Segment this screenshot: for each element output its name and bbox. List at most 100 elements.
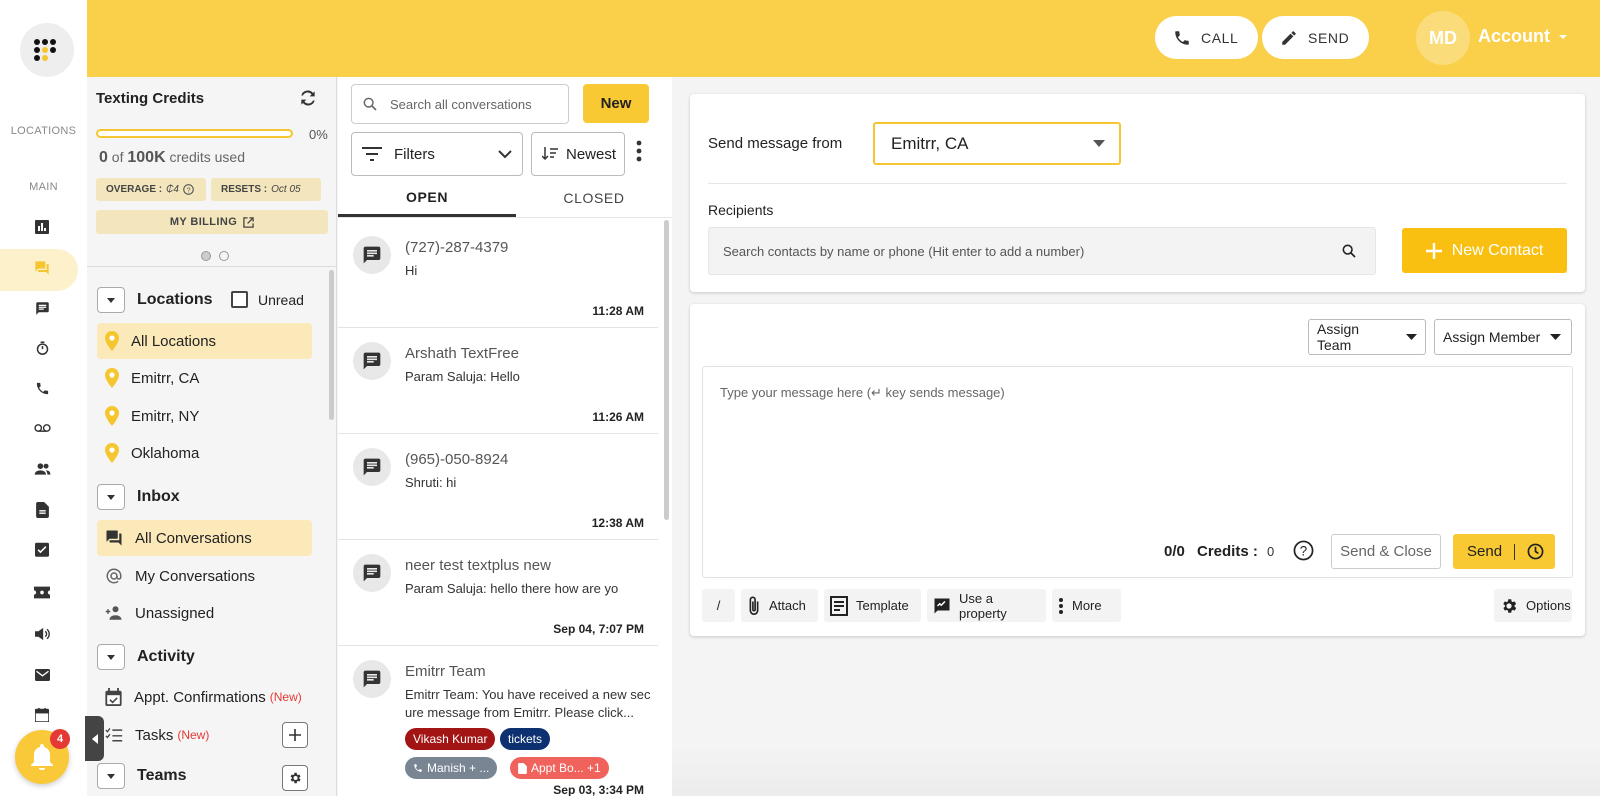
send-and-close-button[interactable]: Send & Close	[1331, 534, 1441, 569]
use-property-button[interactable]: Use a property	[927, 589, 1046, 622]
inbox-my-conversations[interactable]: My Conversations	[97, 558, 312, 594]
dashboard-icon[interactable]	[32, 217, 52, 237]
conversation-time: Sep 04, 7:07 PM	[553, 622, 644, 636]
conversation-row[interactable]: Arshath TextFree Param Saluja: Hello 11:…	[338, 328, 658, 434]
tag-label: Appt Bo... +1	[531, 761, 601, 775]
my-billing-button[interactable]: MY BILLING	[96, 210, 328, 234]
app-logo[interactable]	[20, 23, 74, 77]
options-button[interactable]: Options	[1494, 589, 1572, 622]
activity-collapse-button[interactable]	[97, 644, 125, 670]
conversation-row[interactable]: (727)-287-4379 Hi 11:28 AM	[338, 222, 658, 328]
filters-dropdown[interactable]: Filters	[351, 132, 523, 176]
document-icon[interactable]	[32, 500, 52, 520]
conversation-row[interactable]: (965)-050-8924 Shruti: hi 12:38 AM	[338, 434, 658, 540]
search-icon[interactable]	[1341, 243, 1357, 259]
recipients-search-input[interactable]: Search contacts by name or phone (Hit en…	[708, 227, 1376, 275]
tag-chip[interactable]: Manish + ...	[405, 757, 498, 779]
assign-team-dropdown[interactable]: Assign Team	[1308, 319, 1426, 355]
template-button[interactable]: Template	[824, 589, 921, 622]
tab-open[interactable]: OPEN	[338, 179, 516, 217]
conversation-time: 11:28 AM	[592, 304, 644, 318]
campaign-icon[interactable]	[32, 624, 52, 644]
tasks-icon[interactable]	[32, 539, 52, 559]
account-menu[interactable]: Account	[1478, 26, 1568, 47]
inbox-collapse-button[interactable]	[97, 484, 125, 510]
call-label: CALL	[1201, 29, 1239, 46]
teams-collapse-button[interactable]	[97, 763, 125, 789]
side-scrollbar[interactable]	[329, 270, 334, 420]
avatar[interactable]: MD	[1416, 11, 1470, 65]
add-task-button[interactable]	[282, 722, 308, 748]
conversation-name: neer test textplus new	[405, 557, 551, 574]
top-bar	[87, 0, 1600, 77]
unread-checkbox[interactable]	[231, 291, 248, 308]
tag-label: Manish + ...	[427, 761, 490, 775]
teams-settings-icon[interactable]	[282, 765, 308, 791]
location-emitrr-ny[interactable]: Emitrr, NY	[97, 398, 312, 434]
phone-icon[interactable]	[32, 378, 52, 398]
calendar-icon[interactable]	[32, 705, 52, 725]
attach-label: Attach	[769, 598, 806, 613]
overage-chip: OVERAGE : ₵4 ?	[96, 178, 206, 201]
sort-label: Newest	[566, 145, 617, 163]
activity-section-header: Activity	[97, 644, 195, 670]
inbox-all-conversations[interactable]: All Conversations	[97, 520, 312, 556]
refresh-icon[interactable]	[298, 88, 318, 108]
carousel-dot-1[interactable]	[201, 251, 211, 261]
schedule-clock-icon[interactable]	[1527, 543, 1544, 560]
slash-command-button[interactable]: /	[702, 589, 735, 622]
credits-total: 100K	[127, 149, 166, 166]
sort-dropdown[interactable]: Newest	[531, 132, 625, 176]
tag-chip[interactable]: tickets	[500, 728, 551, 750]
collapse-sidebar-button[interactable]	[85, 716, 104, 761]
conversations-icon[interactable]	[32, 258, 52, 278]
template-icon	[830, 595, 848, 616]
attach-button[interactable]: Attach	[741, 589, 818, 622]
ticket-icon[interactable]	[32, 582, 52, 602]
more-vert-icon[interactable]	[636, 140, 642, 162]
voicemail-icon[interactable]	[32, 418, 52, 438]
tag-chip[interactable]: Vikash Kumar	[405, 728, 496, 750]
help-circle-icon[interactable]: ?	[1293, 540, 1314, 561]
chat-icon[interactable]	[32, 298, 52, 318]
conversation-preview: Emitrr Team: You have received a new sec…	[405, 687, 651, 720]
conversation-row[interactable]: neer test textplus new Param Saluja: hel…	[338, 540, 658, 646]
location-all-locations[interactable]: All Locations	[97, 323, 312, 359]
credits-percent: 0%	[309, 127, 328, 142]
new-conversation-button[interactable]: New	[583, 84, 649, 123]
phone-icon	[413, 763, 423, 773]
phone-icon	[1173, 29, 1191, 47]
email-icon[interactable]	[32, 665, 52, 685]
location-emitrr-ca[interactable]: Emitrr, CA	[97, 360, 312, 396]
location-oklahoma[interactable]: Oklahoma	[97, 435, 312, 471]
inbox-unassigned[interactable]: Unassigned	[97, 595, 312, 631]
help-circle-icon[interactable]: ?	[183, 184, 194, 195]
side-divider	[87, 266, 336, 267]
send-divider	[1514, 543, 1516, 560]
unread-filter[interactable]: Unread	[231, 291, 304, 308]
call-button[interactable]: CALL	[1155, 16, 1259, 59]
message-placeholder: Type your message here (↵ key sends mess…	[720, 385, 1005, 400]
tag-chip[interactable]: Appt Bo... +1	[510, 757, 609, 779]
locations-collapse-button[interactable]	[97, 287, 125, 313]
message-avatar-icon	[353, 554, 391, 592]
new-contact-button[interactable]: New Contact	[1402, 228, 1567, 273]
timer-icon[interactable]	[32, 338, 52, 358]
activity-tasks[interactable]: Tasks (New)	[97, 717, 277, 753]
send-from-select[interactable]: Emitrr, CA	[873, 122, 1121, 165]
contacts-icon[interactable]	[32, 459, 52, 479]
activity-appt-confirmations[interactable]: Appt. Confirmations (New)	[97, 679, 332, 715]
carousel-dot-2[interactable]	[219, 251, 229, 261]
conversation-time: 12:38 AM	[591, 516, 644, 530]
conversation-row[interactable]: Emitrr Team Emitrr Team: You have receiv…	[338, 646, 658, 796]
conversation-search-input[interactable]: Search all conversations	[351, 84, 569, 124]
assign-member-dropdown[interactable]: Assign Member	[1434, 319, 1572, 355]
tab-closed[interactable]: CLOSED	[516, 179, 672, 217]
more-button[interactable]: More	[1052, 589, 1121, 622]
character-counter: 0/0	[1164, 543, 1185, 560]
conversation-scrollbar[interactable]	[664, 220, 669, 520]
send-top-button[interactable]: SEND	[1262, 16, 1370, 59]
message-textarea[interactable]: Type your message here (↵ key sends mess…	[702, 366, 1573, 578]
filter-icon	[362, 147, 382, 161]
send-button[interactable]: Send	[1453, 534, 1555, 569]
